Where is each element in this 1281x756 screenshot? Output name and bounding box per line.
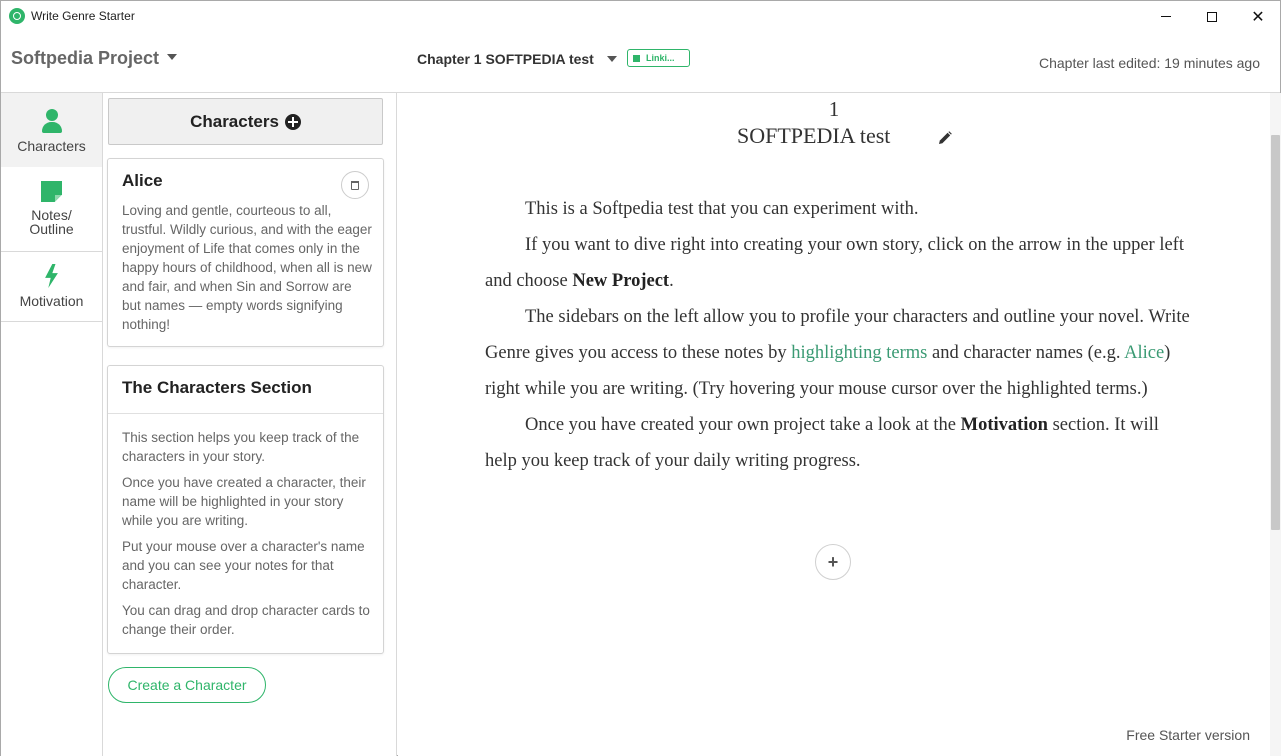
close-button[interactable]: ✕ xyxy=(1235,1,1281,32)
minimize-icon xyxy=(1161,16,1171,17)
characters-panel: Characters Alice Loving and gentle, cour… xyxy=(103,93,397,756)
left-nav: Characters Notes/Outline Motivation xyxy=(1,93,103,756)
nav-item-label: Notes/Outline xyxy=(29,207,74,237)
close-icon: ✕ xyxy=(1251,6,1265,26)
project-selector[interactable]: Softpedia Project xyxy=(11,48,159,69)
editor-area[interactable]: 1 SOFTPEDIA test This is a Softpedia tes… xyxy=(398,93,1270,756)
pencil-icon[interactable] xyxy=(938,131,952,145)
version-label: Free Starter version xyxy=(1126,727,1250,743)
trash-icon xyxy=(351,180,359,190)
character-card[interactable]: Alice Loving and gentle, courteous to al… xyxy=(107,158,384,347)
person-icon xyxy=(41,109,62,133)
characters-help-card: The Characters Section This section help… xyxy=(107,365,384,654)
chevron-down-icon[interactable] xyxy=(167,54,177,60)
note-icon xyxy=(41,181,62,202)
minimize-button[interactable] xyxy=(1143,1,1189,32)
story-paragraph: Once you have created your own project t… xyxy=(485,415,1159,471)
story-paragraph: This is a Softpedia test that you can ex… xyxy=(525,199,919,219)
last-edited-status: Chapter last edited: 19 minutes ago xyxy=(1038,55,1260,71)
chapter-number: 1 xyxy=(828,97,840,121)
plus-circle-icon xyxy=(284,113,301,130)
nav-item-characters[interactable]: Characters xyxy=(1,93,102,167)
app-logo-icon xyxy=(9,8,25,24)
app-header: Softpedia Project Chapter 1 SOFTPEDIA te… xyxy=(1,32,1280,93)
scrollbar-thumb[interactable] xyxy=(1271,135,1280,530)
character-name: Alice xyxy=(122,171,163,190)
add-character-header-button[interactable]: Characters xyxy=(108,98,383,145)
delete-character-button[interactable] xyxy=(341,171,369,199)
character-description: Loving and gentle, courteous to all, tru… xyxy=(122,203,372,332)
highlighted-term[interactable]: highlighting terms xyxy=(791,343,927,363)
highlighted-character-name[interactable]: Alice xyxy=(1124,343,1164,363)
add-section-button[interactable]: + xyxy=(815,544,851,580)
lightning-bolt-icon xyxy=(45,264,58,288)
nav-item-label: Motivation xyxy=(19,293,84,309)
app-window: Write Genre Starter ✕ Softpedia Project … xyxy=(0,0,1281,756)
help-paragraph: Put your mouse over a character's name a… xyxy=(122,539,365,592)
divider xyxy=(108,413,383,414)
help-card-body: This section helps you keep track of the… xyxy=(122,428,374,646)
link-badge-label: Linki... xyxy=(646,53,675,63)
window-title: Write Genre Starter xyxy=(31,9,135,23)
chapter-selector[interactable]: Chapter 1 SOFTPEDIA test xyxy=(417,51,594,67)
story-paragraph: If you want to dive right into creating … xyxy=(485,235,1184,291)
create-character-button[interactable]: Create a Character xyxy=(108,667,266,703)
chapter-heading: SOFTPEDIA test xyxy=(737,123,891,148)
title-bar: Write Genre Starter ✕ xyxy=(1,1,1280,32)
characters-header-label: Characters xyxy=(190,111,279,131)
maximize-icon xyxy=(1207,11,1217,22)
nav-item-motivation[interactable]: Motivation xyxy=(1,252,102,322)
link-badge[interactable]: Linki... xyxy=(627,49,690,67)
help-card-title: The Characters Section xyxy=(122,378,312,397)
story-text[interactable]: This is a Softpedia test that you can ex… xyxy=(485,191,1190,479)
help-paragraph: You can drag and drop character cards to… xyxy=(122,603,370,637)
chevron-down-icon[interactable] xyxy=(607,56,617,62)
help-paragraph: This section helps you keep track of the… xyxy=(122,430,360,464)
nav-item-label: Characters xyxy=(17,138,86,154)
story-paragraph: The sidebars on the left allow you to pr… xyxy=(485,307,1190,399)
nav-item-notes-outline[interactable]: Notes/Outline xyxy=(1,167,102,252)
maximize-button[interactable] xyxy=(1189,1,1235,32)
help-paragraph: Once you have created a character, their… xyxy=(122,475,366,528)
editor-scrollbar[interactable] xyxy=(1270,93,1281,756)
flag-icon xyxy=(633,54,640,62)
